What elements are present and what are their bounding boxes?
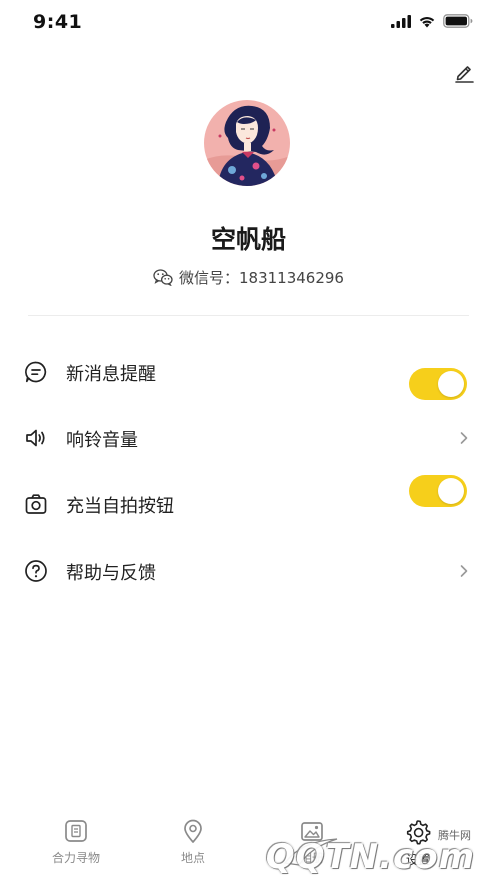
cellular-signal-icon bbox=[391, 14, 411, 28]
divider bbox=[28, 315, 469, 316]
status-time: 9:41 bbox=[33, 11, 83, 33]
speaker-icon bbox=[26, 429, 45, 447]
tab-label: 地点 bbox=[180, 851, 205, 865]
wechat-id-row: 微信号：18311346296 bbox=[0, 267, 497, 288]
chevron-right-icon bbox=[460, 432, 468, 444]
setting-row-ring-volume[interactable]: 响铃音量 bbox=[0, 418, 497, 458]
chevron-right-icon bbox=[460, 565, 468, 577]
watermark: 腾牛网 QQTN.com bbox=[266, 821, 491, 877]
tab-places[interactable]: 地点 bbox=[143, 818, 243, 866]
toggle-knob bbox=[438, 478, 464, 504]
status-bar: 9:41 bbox=[0, 0, 497, 44]
selfie-button-toggle[interactable] bbox=[409, 475, 467, 507]
tab-find-together[interactable]: 合力寻物 bbox=[26, 818, 126, 866]
new-message-alert-toggle[interactable] bbox=[409, 368, 467, 400]
message-bubble-icon bbox=[25, 361, 47, 383]
pencil-icon bbox=[455, 66, 474, 83]
avatar[interactable] bbox=[204, 100, 290, 186]
edit-profile-button[interactable] bbox=[451, 59, 477, 85]
box-icon bbox=[65, 820, 87, 842]
avatar-illustration bbox=[204, 100, 290, 186]
profile-name: 空帆船 bbox=[210, 225, 286, 254]
setting-label: 充当自拍按钮 bbox=[66, 496, 174, 517]
setting-label: 响铃音量 bbox=[66, 430, 138, 451]
wifi-icon bbox=[419, 16, 435, 27]
status-icons bbox=[391, 14, 473, 28]
setting-label: 新消息提醒 bbox=[66, 364, 156, 385]
setting-label: 帮助与反馈 bbox=[66, 563, 156, 584]
battery-icon bbox=[443, 14, 473, 28]
camera-icon bbox=[25, 494, 47, 514]
tab-label: 合力寻物 bbox=[51, 851, 100, 865]
watermark-brand: QQTN.com bbox=[265, 837, 475, 877]
help-circle-icon bbox=[25, 560, 47, 582]
setting-row-help-feedback[interactable]: 帮助与反馈 bbox=[0, 551, 497, 591]
wechat-id-text: 微信号：18311346296 bbox=[179, 269, 344, 287]
location-pin-icon bbox=[184, 819, 202, 843]
toggle-knob bbox=[438, 371, 464, 397]
wechat-icon bbox=[153, 269, 173, 286]
